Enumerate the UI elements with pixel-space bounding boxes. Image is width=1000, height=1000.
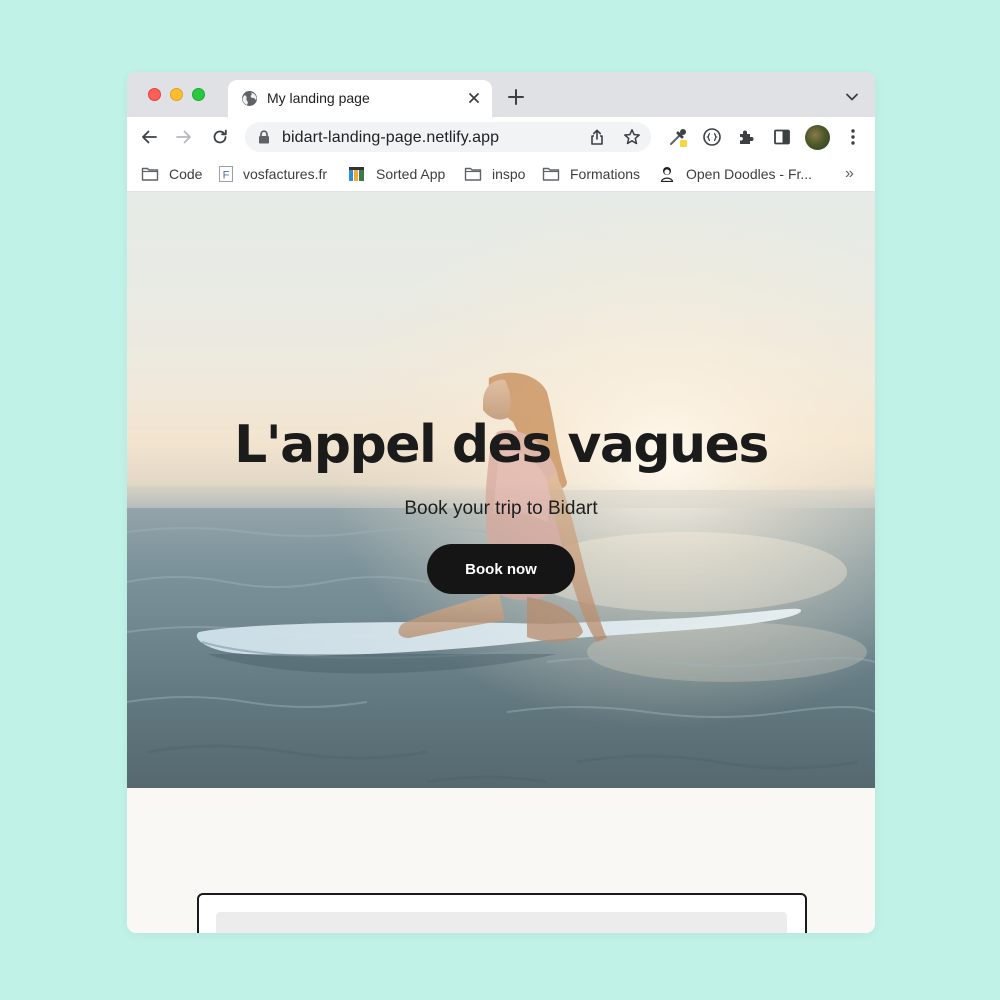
address-bar[interactable]: bidart-landing-page.netlify.app (245, 122, 651, 152)
vosfactures-favicon: F (219, 166, 233, 182)
close-window-button[interactable] (148, 88, 161, 101)
profile-avatar[interactable] (805, 125, 830, 150)
side-panel-icon[interactable] (772, 127, 792, 147)
maximize-window-button[interactable] (192, 88, 205, 101)
url-text: bidart-landing-page.netlify.app (282, 129, 500, 146)
bookmark-code[interactable]: Code (141, 164, 202, 184)
globe-icon (242, 91, 257, 106)
bookmarks-bar: Code F vosfactures.fr Sorted App inspo F… (127, 157, 875, 192)
sorted-app-favicon (349, 167, 364, 181)
svg-text:F: F (223, 170, 230, 182)
close-icon[interactable] (467, 91, 481, 105)
eyedropper-extension-icon[interactable] (668, 127, 688, 147)
tab-title: My landing page (267, 90, 370, 106)
bookmark-vosfactures[interactable]: F vosfactures.fr (219, 164, 327, 184)
chevron-down-icon[interactable] (844, 91, 860, 103)
forward-arrow-icon[interactable] (175, 128, 193, 146)
folder-icon (464, 167, 482, 181)
hero-background-photo (127, 192, 875, 788)
back-arrow-icon[interactable] (140, 128, 158, 146)
bookmarks-overflow-button[interactable]: » (845, 165, 854, 183)
bookmark-sorted-app[interactable]: Sorted App (348, 164, 445, 184)
minimize-window-button[interactable] (170, 88, 183, 101)
hero-section: L'appel des vagues Book your trip to Bid… (127, 192, 875, 788)
share-icon[interactable] (588, 128, 606, 146)
braces-extension-icon[interactable] (702, 127, 722, 147)
reload-icon[interactable] (211, 128, 229, 146)
puzzle-extensions-icon[interactable] (736, 127, 756, 147)
bookmark-star-icon[interactable] (623, 128, 641, 146)
more-menu-icon[interactable] (845, 128, 861, 146)
bookmark-open-doodles[interactable]: Open Doodles - Fr... (658, 164, 812, 184)
tab-active[interactable]: My landing page (228, 80, 492, 117)
book-now-button[interactable]: Book now (427, 544, 575, 594)
card-image-placeholder (216, 912, 787, 933)
hero-title: L'appel des vagues (234, 415, 769, 475)
folder-icon (542, 167, 560, 181)
lock-icon[interactable] (258, 130, 270, 144)
browser-window: My landing page bidart-landing-page.netl… (127, 72, 875, 933)
new-tab-icon[interactable] (507, 88, 525, 106)
bookmark-formations[interactable]: Formations (542, 164, 640, 184)
hero-subtitle: Book your trip to Bidart (404, 498, 598, 519)
tab-strip: My landing page (127, 72, 875, 117)
browser-toolbar: bidart-landing-page.netlify.app (127, 117, 875, 157)
folder-icon (141, 167, 159, 181)
bookmark-inspo[interactable]: inspo (464, 164, 525, 184)
content-card (197, 893, 807, 933)
open-doodles-favicon (660, 167, 674, 182)
